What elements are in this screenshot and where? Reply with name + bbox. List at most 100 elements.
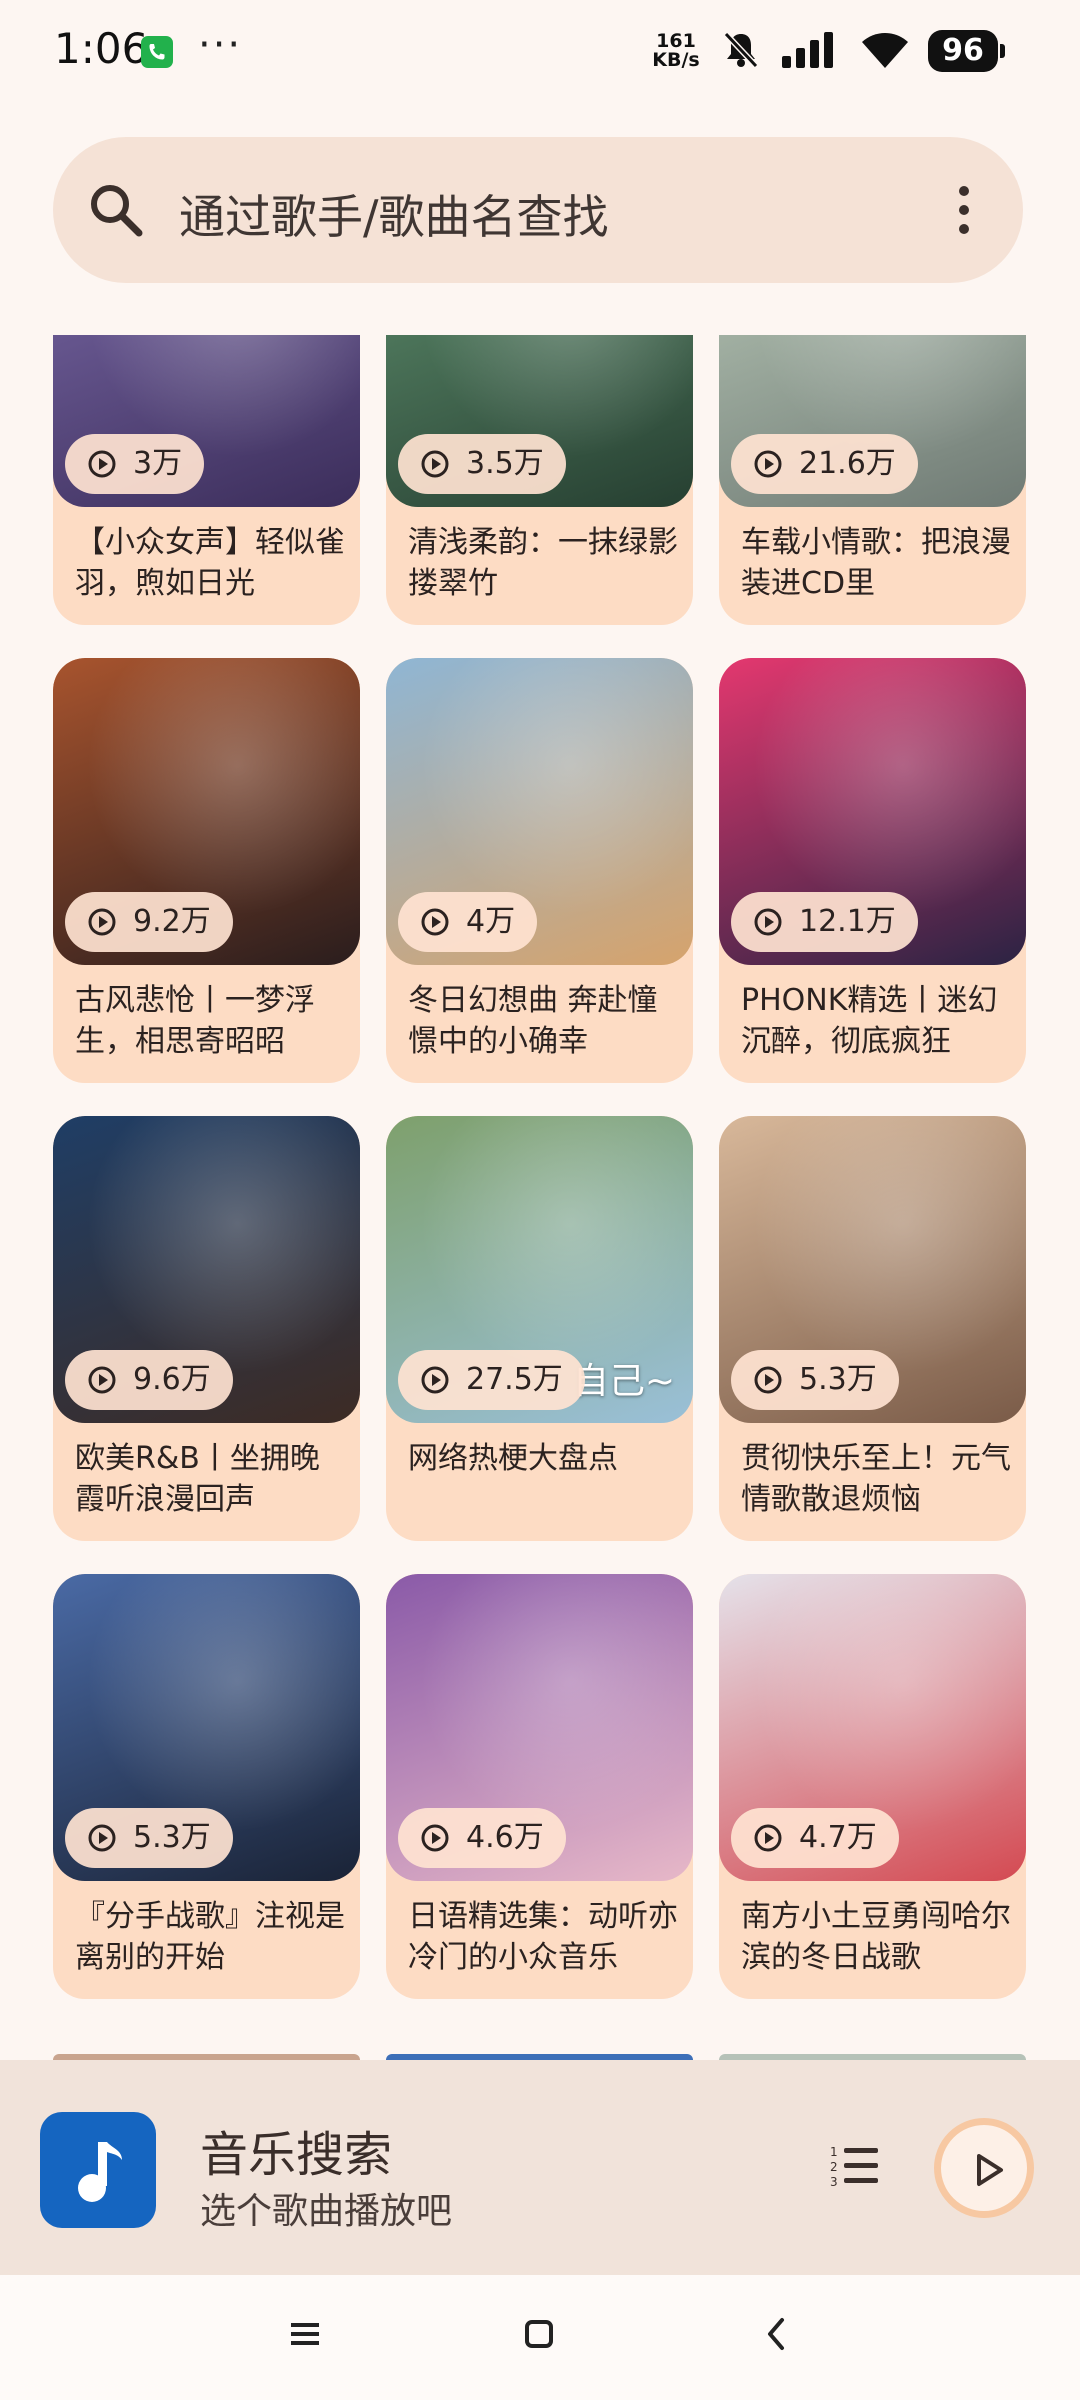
playlist-card[interactable]: 自己~ 27.5万网络热梗大盘点 — [386, 1116, 693, 1541]
svg-text:3: 3 — [830, 2175, 838, 2188]
playlist-card[interactable]: 12.1万 PHONK精选丨迷幻沉醉，彻底疯狂 — [719, 658, 1026, 1083]
play-circle-icon — [88, 1824, 116, 1852]
play-count: 3.5万 — [466, 446, 544, 481]
playlist-title[interactable]: 清浅柔韵：一抹绿影搂翠竹 — [408, 522, 678, 604]
playlist-cover-image[interactable]: 21.6万 — [719, 335, 1026, 507]
playlist-cover-peek — [386, 2054, 693, 2060]
playlist-cover-peek — [53, 2054, 360, 2060]
back-icon[interactable] — [758, 2313, 794, 2357]
play-circle-icon — [754, 908, 782, 936]
play-circle-icon — [421, 450, 449, 478]
play-count-badge: 21.6万 — [731, 434, 918, 494]
search-icon — [87, 181, 145, 243]
mini-player[interactable]: 音乐搜索 选个歌曲播放吧 123 — [0, 2054, 1080, 2275]
playlist-title[interactable]: 『分手战歌』注视是离别的开始 — [75, 1896, 345, 1978]
wifi-icon — [860, 30, 910, 74]
playlist-card[interactable]: 3.5万清浅柔韵：一抹绿影搂翠竹 — [386, 335, 693, 625]
play-count-badge: 4.6万 — [398, 1808, 566, 1868]
play-count: 4万 — [466, 904, 516, 939]
play-count-badge: 3万 — [65, 434, 205, 494]
svg-text:1: 1 — [830, 2145, 838, 2159]
system-navigation-bar — [0, 2275, 1080, 2400]
play-circle-icon — [421, 1824, 449, 1852]
play-circle-icon — [754, 450, 782, 478]
network-speed: 161 KB/s — [648, 32, 704, 70]
playlist-title[interactable]: PHONK精选丨迷幻沉醉，彻底疯狂 — [741, 980, 1011, 1062]
playlist-cover-image[interactable]: 4.6万 — [386, 1574, 693, 1881]
playlist-title[interactable]: 日语精选集：动听亦冷门的小众音乐 — [408, 1896, 678, 1978]
status-more-indicator: ··· — [198, 22, 243, 68]
status-bar: 1:06 ··· 161 KB/s 96 — [0, 0, 1080, 100]
music-note-icon — [40, 2112, 156, 2228]
playlist-title[interactable]: 贯彻快乐至上！元气情歌散退烦恼 — [741, 1438, 1011, 1520]
play-count: 9.2万 — [133, 904, 211, 939]
play-count: 9.6万 — [133, 1362, 211, 1397]
play-count-badge: 9.6万 — [65, 1350, 233, 1410]
svg-text:2: 2 — [830, 2160, 838, 2174]
playlist-cover-image[interactable]: 3万 — [53, 335, 360, 507]
playlist-title[interactable]: 南方小土豆勇闯哈尔滨的冬日战歌 — [741, 1896, 1011, 1978]
play-circle-icon — [421, 1366, 449, 1394]
phone-call-icon — [141, 36, 173, 68]
play-count: 21.6万 — [799, 446, 896, 481]
playlist-title[interactable]: 古风悲怆丨一梦浮生，相思寄昭昭 — [75, 980, 345, 1062]
play-button[interactable] — [934, 2118, 1034, 2218]
play-count: 4.6万 — [466, 1820, 544, 1855]
play-count: 4.7万 — [799, 1820, 877, 1855]
playlist-cover-image[interactable]: 3.5万 — [386, 335, 693, 507]
play-circle-icon — [88, 1366, 116, 1394]
play-icon — [977, 2154, 1003, 2186]
search-bar[interactable]: 通过歌手/歌曲名查找 — [53, 137, 1023, 283]
playlist-title[interactable]: 网络热梗大盘点 — [408, 1438, 678, 1479]
playlist-title[interactable]: 冬日幻想曲 奔赴憧憬中的小确幸 — [408, 980, 678, 1062]
play-count-badge: 3.5万 — [398, 434, 566, 494]
playlist-card[interactable]: 5.3万贯彻快乐至上！元气情歌散退烦恼 — [719, 1116, 1026, 1541]
status-time: 1:06 — [54, 24, 149, 73]
playlist-title[interactable]: 【小众女声】轻似雀羽，煦如日光 — [75, 522, 345, 604]
playlist-card[interactable]: 3万【小众女声】轻似雀羽，煦如日光 — [53, 335, 360, 625]
play-circle-icon — [88, 908, 116, 936]
playlist-title[interactable]: 车载小情歌：把浪漫装进CD里 — [741, 522, 1011, 604]
battery-level: 96 — [928, 30, 998, 72]
playlist-card[interactable]: 5.3万『分手战歌』注视是离别的开始 — [53, 1574, 360, 1999]
playlist-cover-image[interactable]: 9.2万 — [53, 658, 360, 965]
more-options-icon[interactable] — [933, 182, 993, 238]
playlist-card[interactable]: 9.2万古风悲怆丨一梦浮生，相思寄昭昭 — [53, 658, 360, 1083]
play-count-badge: 27.5万 — [398, 1350, 585, 1410]
signal-icon — [780, 30, 838, 74]
play-count-badge: 12.1万 — [731, 892, 918, 952]
play-count-badge: 4万 — [398, 892, 538, 952]
play-count: 12.1万 — [799, 904, 896, 939]
playlist-card[interactable]: 4.6万日语精选集：动听亦冷门的小众音乐 — [386, 1574, 693, 1999]
playlist-card[interactable]: 21.6万车载小情歌：把浪漫装进CD里 — [719, 335, 1026, 625]
playlist-cover-image[interactable]: 自己~ 27.5万 — [386, 1116, 693, 1423]
menu-icon[interactable] — [288, 2313, 324, 2357]
play-count-badge: 5.3万 — [731, 1350, 899, 1410]
play-count: 3万 — [133, 446, 183, 481]
play-count-badge: 4.7万 — [731, 1808, 899, 1868]
playlist-card[interactable]: 4.7万南方小土豆勇闯哈尔滨的冬日战歌 — [719, 1574, 1026, 1999]
play-count-badge: 9.2万 — [65, 892, 233, 952]
playlist-card[interactable]: 9.6万欧美R&B丨坐拥晚霞听浪漫回声 — [53, 1116, 360, 1541]
home-icon[interactable] — [522, 2313, 558, 2357]
play-count: 5.3万 — [799, 1362, 877, 1397]
playlist-cover-image[interactable]: 5.3万 — [719, 1116, 1026, 1423]
playlist-cover-image[interactable]: 5.3万 — [53, 1574, 360, 1881]
play-count: 27.5万 — [466, 1362, 563, 1397]
play-circle-icon — [88, 450, 116, 478]
playlist-title[interactable]: 欧美R&B丨坐拥晚霞听浪漫回声 — [75, 1438, 345, 1520]
play-circle-icon — [421, 908, 449, 936]
playlist-cover-image[interactable]: 4万 — [386, 658, 693, 965]
bell-muted-icon — [722, 30, 760, 74]
playlist-card[interactable]: 4万冬日幻想曲 奔赴憧憬中的小确幸 — [386, 658, 693, 1083]
playlist-cover-image[interactable]: 4.7万 — [719, 1574, 1026, 1881]
playlist-cover-image[interactable]: 9.6万 — [53, 1116, 360, 1423]
playlist-queue-icon[interactable]: 123 — [830, 2142, 880, 2192]
player-subtitle: 选个歌曲播放吧 — [200, 2191, 453, 2232]
play-circle-icon — [754, 1366, 782, 1394]
search-placeholder[interactable]: 通过歌手/歌曲名查找 — [179, 181, 609, 247]
playlist-cover-image[interactable]: 12.1万 — [719, 658, 1026, 965]
play-count: 5.3万 — [133, 1820, 211, 1855]
playlist-grid: 3万 【小众女声】轻似雀羽，煦如日光 3.5万 清浅柔韵：一抹绿影搂翠竹 21.6万 车载… — [0, 335, 1080, 2060]
network-speed-unit: KB/s — [652, 49, 700, 71]
